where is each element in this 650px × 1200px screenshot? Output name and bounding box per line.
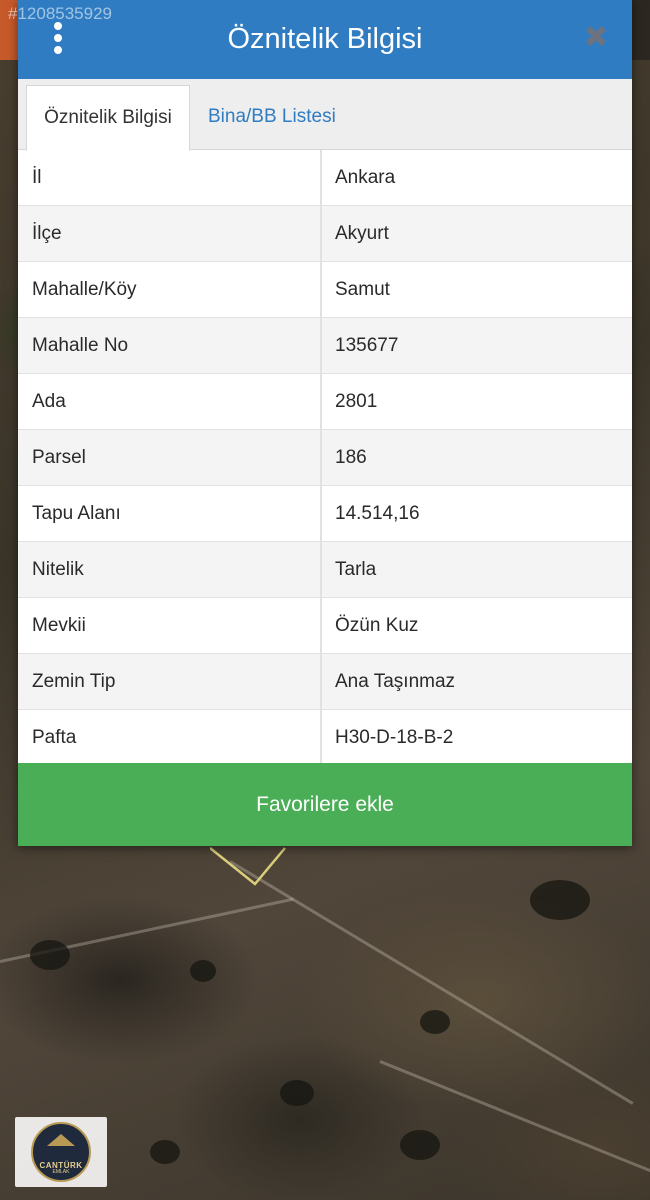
- map-shrub: [400, 1130, 440, 1160]
- row-value: Ankara: [335, 166, 396, 188]
- map-shrub: [30, 940, 70, 970]
- map-shrub: [150, 1140, 180, 1164]
- table-row: Mevkii Özün Kuz: [18, 598, 632, 654]
- row-value: 135677: [335, 334, 399, 356]
- tab-building-list[interactable]: Bina/BB Listesi: [208, 85, 336, 149]
- row-key: İl: [18, 150, 322, 205]
- vertical-dots-icon[interactable]: [50, 22, 66, 54]
- logo-emblem: CANTÜRK EMLAK: [31, 1122, 91, 1182]
- company-logo: CANTÜRK EMLAK: [15, 1117, 107, 1187]
- dialog-title: Öznitelik Bilgisi: [227, 23, 423, 55]
- close-icon[interactable]: ✖: [582, 22, 610, 54]
- row-value: Samut: [335, 278, 390, 300]
- attribute-dialog: Öznitelik Bilgisi ✖ Öznitelik Bilgisi Bi…: [18, 0, 632, 846]
- row-key: Pafta: [18, 710, 322, 765]
- row-key: Parsel: [18, 430, 322, 485]
- row-key: İlçe: [18, 206, 322, 261]
- table-row: Zemin Tip Ana Taşınmaz: [18, 654, 632, 710]
- row-value: H30-D-18-B-2: [335, 726, 454, 748]
- listing-id-watermark: #1208535929: [8, 4, 113, 23]
- table-row: İlçe Akyurt: [18, 206, 632, 262]
- attribute-table: İl Ankara İlçe Akyurt Mahalle/Köy Samut …: [18, 150, 632, 766]
- house-icon: [47, 1134, 75, 1146]
- table-row: Mahalle No 135677: [18, 318, 632, 374]
- add-to-favorites-button[interactable]: Favorilere ekle: [18, 763, 632, 846]
- row-key: Mevkii: [18, 598, 322, 653]
- row-value: Tarla: [335, 558, 377, 580]
- row-key: Zemin Tip: [18, 654, 322, 709]
- table-row: Parsel 186: [18, 430, 632, 486]
- table-row: Pafta H30-D-18-B-2: [18, 710, 632, 766]
- row-key: Mahalle No: [18, 318, 322, 373]
- map-shrub: [420, 1010, 450, 1034]
- tab-attribute-info[interactable]: Öznitelik Bilgisi: [26, 85, 190, 151]
- row-value: Özün Kuz: [335, 614, 419, 636]
- table-row: Tapu Alanı 14.514,16: [18, 486, 632, 542]
- tab-bar: Öznitelik Bilgisi Bina/BB Listesi: [18, 79, 632, 151]
- row-value: 14.514,16: [335, 502, 420, 524]
- map-shrub: [190, 960, 216, 982]
- row-value: Akyurt: [335, 222, 389, 244]
- map-shrub: [280, 1080, 314, 1106]
- table-row: İl Ankara: [18, 150, 632, 206]
- row-value: 186: [335, 446, 367, 468]
- row-key: Ada: [18, 374, 322, 429]
- logo-sub: EMLAK: [52, 1169, 70, 1175]
- table-row: Ada 2801: [18, 374, 632, 430]
- row-key: Mahalle/Köy: [18, 262, 322, 317]
- table-row: Mahalle/Köy Samut: [18, 262, 632, 318]
- row-key: Tapu Alanı: [18, 486, 322, 541]
- row-value: 2801: [335, 390, 378, 412]
- map-shrub: [530, 880, 590, 920]
- parcel-outline: [210, 847, 286, 886]
- table-row: Nitelik Tarla: [18, 542, 632, 598]
- row-key: Nitelik: [18, 542, 322, 597]
- row-value: Ana Taşınmaz: [335, 670, 456, 692]
